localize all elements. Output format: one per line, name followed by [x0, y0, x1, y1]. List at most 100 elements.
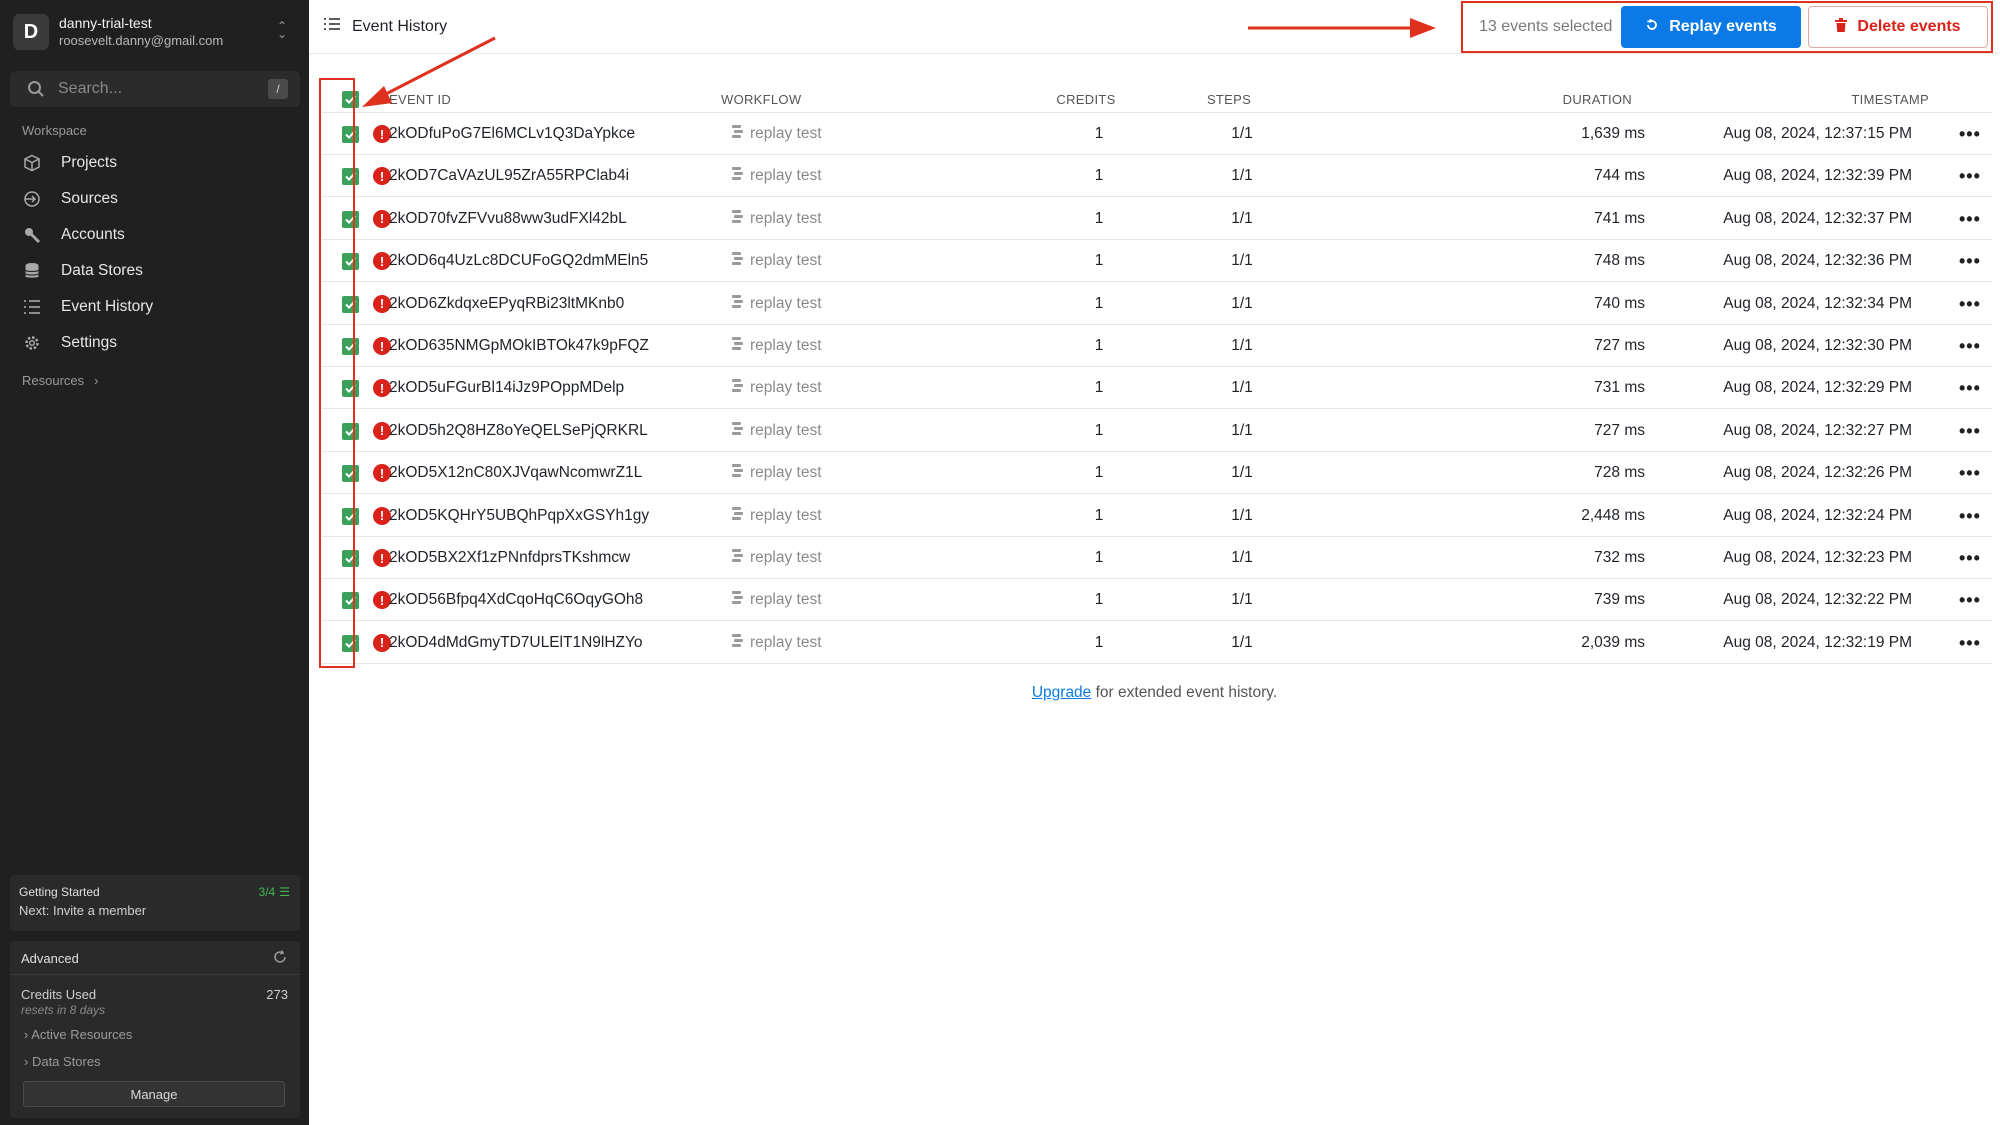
- more-options-icon[interactable]: •••: [1959, 633, 1981, 654]
- credits-cell: 1: [1094, 337, 1104, 354]
- event-id[interactable]: 2kOD5uFGurBl14iJz9POppMDelp: [389, 379, 624, 397]
- more-options-icon[interactable]: •••: [1959, 378, 1981, 399]
- workflow-link[interactable]: replay test: [731, 506, 822, 525]
- steps-cell: 1/1: [1231, 591, 1253, 609]
- sidebar-item-projects[interactable]: Projects: [10, 147, 300, 179]
- workflow-link[interactable]: replay test: [731, 591, 822, 609]
- table-row[interactable]: ! 2kOD7CaVAzUL95ZrA55RPClab4i replay tes…: [322, 155, 1992, 198]
- credits-cell: 1: [1094, 379, 1104, 397]
- table-row[interactable]: ! 2kOD56Bfpq4XdCqoHqC6OqyGOh8 replay tes…: [322, 579, 1992, 622]
- workflow-icon: [731, 337, 744, 355]
- more-options-icon[interactable]: •••: [1959, 506, 1981, 527]
- upgrade-link[interactable]: Upgrade: [1032, 684, 1091, 701]
- duration-cell: 1,639 ms: [1581, 125, 1645, 142]
- event-id[interactable]: 2kOD635NMGpMOkIBTOk47k9pFQZ: [389, 337, 649, 355]
- workflow-name: replay test: [750, 167, 822, 185]
- event-id[interactable]: 2kOD70fvZFVvu88ww3udFXl42bL: [389, 210, 627, 228]
- refresh-icon[interactable]: [272, 949, 288, 970]
- workflow-link[interactable]: replay test: [731, 294, 822, 313]
- event-id[interactable]: 2kOD6ZkdqxeEPyqRBi23ltMKnb0: [389, 295, 624, 313]
- credits-cell: 1: [1094, 209, 1104, 227]
- sidebar-item-accounts[interactable]: Accounts: [10, 219, 300, 251]
- sidebar-item-label: Data Stores: [61, 262, 143, 279]
- table-row[interactable]: ! 2kOD5BX2Xf1zPNnfdprsTKshmcw replay tes…: [322, 537, 1992, 579]
- event-id[interactable]: 2kOD5h2Q8HZ8oYeQELSePjQRKRL: [389, 422, 648, 440]
- sidebar-item-sources[interactable]: Sources: [10, 183, 300, 215]
- duration-cell: 739 ms: [1594, 591, 1645, 609]
- workflow-link[interactable]: replay test: [731, 125, 822, 143]
- event-id[interactable]: 2kOD4dMdGmyTD7ULElT1N9lHZYo: [389, 634, 643, 652]
- sidebar-item-label: Sources: [61, 190, 118, 207]
- more-options-icon[interactable]: •••: [1959, 590, 1981, 611]
- data-stores-toggle[interactable]: › Data Stores: [24, 1054, 101, 1069]
- workflow-link[interactable]: replay test: [731, 379, 822, 397]
- getting-started-card[interactable]: Getting Started 3/4 ☰ Next: Invite a mem…: [10, 875, 300, 931]
- workflow-link[interactable]: replay test: [731, 633, 822, 652]
- column-header-steps: STEPS: [1206, 92, 1252, 107]
- table-row[interactable]: ! 2kODfuPoG7El6MCLv1Q3DaYpkce replay tes…: [322, 113, 1992, 155]
- more-options-icon[interactable]: •••: [1959, 166, 1981, 187]
- event-id[interactable]: 2kOD56Bfpq4XdCqoHqC6OqyGOh8: [389, 591, 643, 609]
- workflow-icon: [731, 167, 744, 185]
- replay-events-label: Replay events: [1669, 18, 1777, 35]
- workflow-link[interactable]: replay test: [731, 421, 822, 440]
- event-id[interactable]: 2kOD5KQHrY5UBQhPqpXxGSYh1gy: [389, 507, 649, 525]
- credits-cell: 1: [1094, 464, 1104, 482]
- workflow-icon: [731, 506, 744, 525]
- event-id[interactable]: 2kOD6q4UzLc8DCUFoGQ2dmMEln5: [389, 252, 648, 270]
- table-row[interactable]: ! 2kOD5h2Q8HZ8oYeQELSePjQRKRL replay tes…: [322, 410, 1992, 452]
- more-options-icon[interactable]: •••: [1959, 336, 1981, 357]
- workflow-link[interactable]: replay test: [731, 549, 822, 567]
- delete-events-button[interactable]: Delete events: [1808, 6, 1988, 48]
- table-row[interactable]: ! 2kOD635NMGpMOkIBTOk47k9pFQZ replay tes…: [322, 325, 1992, 367]
- search-shortcut-key: /: [268, 79, 288, 99]
- more-options-icon[interactable]: •••: [1959, 124, 1981, 145]
- replay-events-button[interactable]: Replay events: [1621, 6, 1801, 48]
- credits-cell: 1: [1094, 591, 1104, 609]
- more-options-icon[interactable]: •••: [1959, 209, 1981, 230]
- sidebar-item-settings[interactable]: Settings: [10, 327, 300, 359]
- account-switcher[interactable]: D danny-trial-test roosevelt.danny@gmail…: [13, 12, 297, 52]
- event-id[interactable]: 2kOD5X12nC80XJVqawNcomwrZ1L: [389, 464, 642, 482]
- more-options-icon[interactable]: •••: [1959, 251, 1981, 272]
- chevron-right-icon: ›: [94, 373, 99, 388]
- account-email: roosevelt.danny@gmail.com: [59, 33, 224, 48]
- duration-cell: 2,448 ms: [1581, 506, 1645, 524]
- event-id[interactable]: 2kOD5BX2Xf1zPNnfdprsTKshmcw: [389, 549, 630, 567]
- sidebar-item-data-stores[interactable]: Data Stores: [10, 255, 300, 287]
- search-input[interactable]: [58, 71, 258, 107]
- event-id[interactable]: 2kODfuPoG7El6MCLv1Q3DaYpkce: [389, 125, 635, 143]
- advanced-title: Advanced: [21, 951, 79, 966]
- more-options-icon[interactable]: •••: [1959, 548, 1981, 569]
- table-row[interactable]: ! 2kOD70fvZFVvu88ww3udFXl42bL replay tes…: [322, 198, 1992, 240]
- wrench-icon: [22, 225, 42, 245]
- table-row[interactable]: ! 2kOD6ZkdqxeEPyqRBi23ltMKnb0 replay tes…: [322, 283, 1992, 325]
- selected-count: 13 events selected: [1479, 18, 1613, 35]
- table-row[interactable]: ! 2kOD5X12nC80XJVqawNcomwrZ1L replay tes…: [322, 452, 1992, 495]
- workflow-link[interactable]: replay test: [731, 209, 822, 228]
- workflow-icon: [731, 209, 744, 228]
- workflow-link[interactable]: replay test: [731, 337, 822, 355]
- manage-button[interactable]: Manage: [23, 1081, 285, 1107]
- more-options-icon[interactable]: •••: [1959, 294, 1981, 315]
- credits-cell: 1: [1094, 125, 1104, 142]
- resources-toggle[interactable]: Resources ›: [22, 373, 98, 388]
- table-row[interactable]: ! 2kOD5KQHrY5UBQhPqpXxGSYh1gy replay tes…: [322, 495, 1992, 537]
- column-header-duration: DURATION: [1562, 92, 1632, 107]
- advanced-header: Advanced: [10, 941, 300, 975]
- sidebar-item-event-history[interactable]: Event History: [10, 291, 300, 323]
- table-row[interactable]: ! 2kOD4dMdGmyTD7ULElT1N9lHZYo replay tes…: [322, 622, 1992, 664]
- workflow-link[interactable]: replay test: [731, 167, 822, 185]
- event-id[interactable]: 2kOD7CaVAzUL95ZrA55RPClab4i: [389, 167, 629, 185]
- workflow-name: replay test: [750, 506, 822, 524]
- chevron-up-down-icon[interactable]: ⌃ ⌄: [277, 20, 287, 40]
- workflow-link[interactable]: replay test: [731, 252, 822, 270]
- active-resources-toggle[interactable]: › Active Resources: [24, 1027, 132, 1042]
- table-row[interactable]: ! 2kOD6q4UzLc8DCUFoGQ2dmMEln5 replay tes…: [322, 240, 1992, 283]
- workflow-link[interactable]: replay test: [731, 464, 822, 482]
- table-row[interactable]: ! 2kOD5uFGurBl14iJz9POppMDelp replay tes…: [322, 367, 1992, 410]
- search-icon: [27, 80, 45, 103]
- more-options-icon[interactable]: •••: [1959, 421, 1981, 442]
- search-bar[interactable]: /: [10, 71, 300, 107]
- more-options-icon[interactable]: •••: [1959, 463, 1981, 484]
